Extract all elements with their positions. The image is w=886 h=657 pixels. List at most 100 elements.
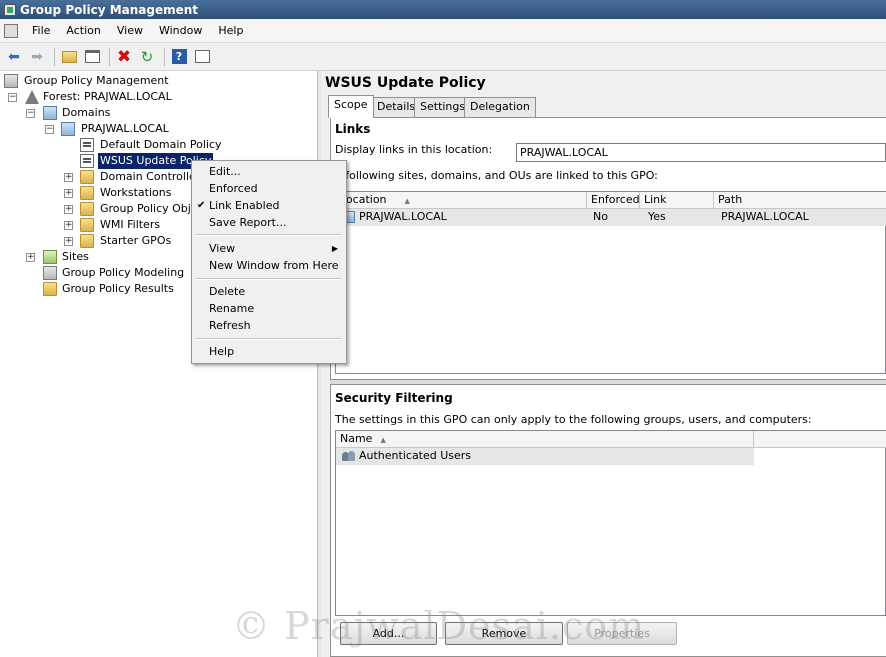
users-group-icon [342,450,356,462]
menu-item-edit[interactable]: Edit... [194,163,344,180]
menu-separator [196,234,342,236]
results-icon [43,282,57,296]
menu-item-label: Link Enabled [209,199,280,212]
expand-icon[interactable]: + [26,253,35,262]
tree-label: Workstations [100,186,172,199]
tree-label: PRAJWAL.LOCAL [81,122,169,135]
cell-enforced: No [593,210,608,223]
help-icon[interactable]: ? [169,47,189,67]
tree-label: WMI Filters [100,218,161,231]
checkmark-icon: ✔ [197,200,206,211]
display-links-dropdown[interactable]: PRAJWAL.LOCAL [516,143,886,162]
folder-icon [80,202,94,216]
expand-icon[interactable]: + [64,173,73,182]
menu-action[interactable]: Action [58,24,108,37]
back-arrow-icon[interactable]: ⬅ [4,47,24,67]
toolbar-separator [109,47,110,66]
tree-item-domain[interactable]: − PRAJWAL.LOCAL [45,121,245,137]
watermark: © PrajwalDesai.com [232,604,646,648]
menu-item-rename[interactable]: Rename [194,300,344,317]
tree-label: Group Policy Objects [100,202,194,215]
tree-label: Sites [62,250,89,263]
tab-settings[interactable]: Settings [414,97,472,117]
cell-authenticated-users: Authenticated Users [359,449,472,462]
collapse-icon[interactable]: − [45,125,54,134]
tab-scope[interactable]: Scope [328,95,374,118]
forest-icon [25,90,39,104]
context-menu: Edit... Enforced ✔ Link Enabled Save Rep… [191,160,347,364]
toolbar-separator [164,47,165,66]
ou-folder-icon [80,170,94,184]
menu-file[interactable]: File [24,24,58,37]
tree-item-domains[interactable]: − Domains [26,105,226,121]
menu-item-save-report[interactable]: Save Report... [194,214,344,231]
menu-item-new-window[interactable]: New Window from Here [194,257,344,274]
show-hide-tree-icon[interactable] [82,47,102,67]
column-link-enabled[interactable]: Link Enabled [640,192,714,222]
delete-icon[interactable]: ✖ [114,47,134,67]
app-icon [4,3,16,16]
linked-description: e following sites, domains, and OUs are … [335,169,658,182]
gpo-link-icon [80,154,94,168]
cell-link-enabled: Yes [648,210,666,223]
menu-item-refresh[interactable]: Refresh [194,317,344,334]
gpo-link-icon [80,138,94,152]
tree-label: Domains [62,106,111,119]
system-menu-icon[interactable] [4,23,18,38]
security-list[interactable]: Name ▲ Authenticated Users [335,430,886,616]
tree-item-group-policy-management[interactable]: Group Policy Management [4,73,204,89]
properties-icon[interactable] [192,47,212,67]
cell-location: PRAJWAL.LOCAL [359,210,447,223]
column-path[interactable]: Path [714,192,886,209]
expand-icon[interactable]: + [64,237,73,246]
menu-help[interactable]: Help [210,24,251,37]
menu-separator [196,338,342,340]
title-bar: Group Policy Management [0,0,886,19]
tree-label: Group Policy Results [62,282,174,295]
tree-item-group-policy-objects[interactable]: + Group Policy Objects [64,201,194,217]
domain-icon [61,122,75,136]
refresh-icon[interactable]: ↻ [137,47,157,67]
display-links-label: Display links in this location: [335,143,493,156]
domains-icon [43,106,57,120]
forward-arrow-icon[interactable]: ➡ [27,47,47,67]
folder-icon [80,234,94,248]
up-folder-icon[interactable] [59,47,79,67]
menu-item-enforced[interactable]: Enforced [194,180,344,197]
tree-item-forest[interactable]: − Forest: PRAJWAL.LOCAL [8,89,208,105]
column-enforced[interactable]: Enforced [587,192,640,209]
console-tree[interactable]: Group Policy Management − Forest: PRAJWA… [0,71,318,657]
menu-separator [196,278,342,280]
menu-item-delete[interactable]: Delete [194,283,344,300]
tree-label: Starter GPOs [100,234,172,247]
tree-item-default-domain-policy[interactable]: Default Domain Policy [80,137,280,153]
menu-item-help[interactable]: Help [194,343,344,360]
tree-label: Group Policy Modeling [62,266,185,279]
toolbar-separator [54,47,55,66]
expand-icon[interactable]: + [64,205,73,214]
links-heading: Links [335,122,371,136]
menu-item-view[interactable]: View ▶ [194,240,344,257]
collapse-icon[interactable]: − [8,93,17,102]
submenu-arrow-icon: ▶ [331,244,338,253]
menu-item-link-enabled[interactable]: ✔ Link Enabled [194,197,344,214]
security-description: The settings in this GPO can only apply … [335,413,812,426]
gpo-title: WSUS Update Policy [325,75,486,91]
menu-view[interactable]: View [109,24,151,37]
expand-icon[interactable]: + [64,221,73,230]
menu-bar: File Action View Window Help [0,19,886,43]
tree-label: Group Policy Management [24,74,169,87]
links-list[interactable]: Location▲ Enforced Link Enabled Path PRA… [335,191,886,374]
column-name[interactable]: Name ▲ [336,431,754,448]
menu-item-label: View [209,242,236,255]
column-empty [754,431,886,448]
column-location[interactable]: Location ▲ [336,192,587,209]
menu-window[interactable]: Window [151,24,210,37]
toolbar: ⬅ ➡ ✖ ↻ ? [0,43,886,71]
tab-delegation[interactable]: Delegation [464,97,536,117]
ou-folder-icon [80,186,94,200]
collapse-icon[interactable]: − [26,109,35,118]
expand-icon[interactable]: + [64,189,73,198]
modeling-icon [43,266,57,280]
tree-label: Forest: PRAJWAL.LOCAL [43,90,172,103]
